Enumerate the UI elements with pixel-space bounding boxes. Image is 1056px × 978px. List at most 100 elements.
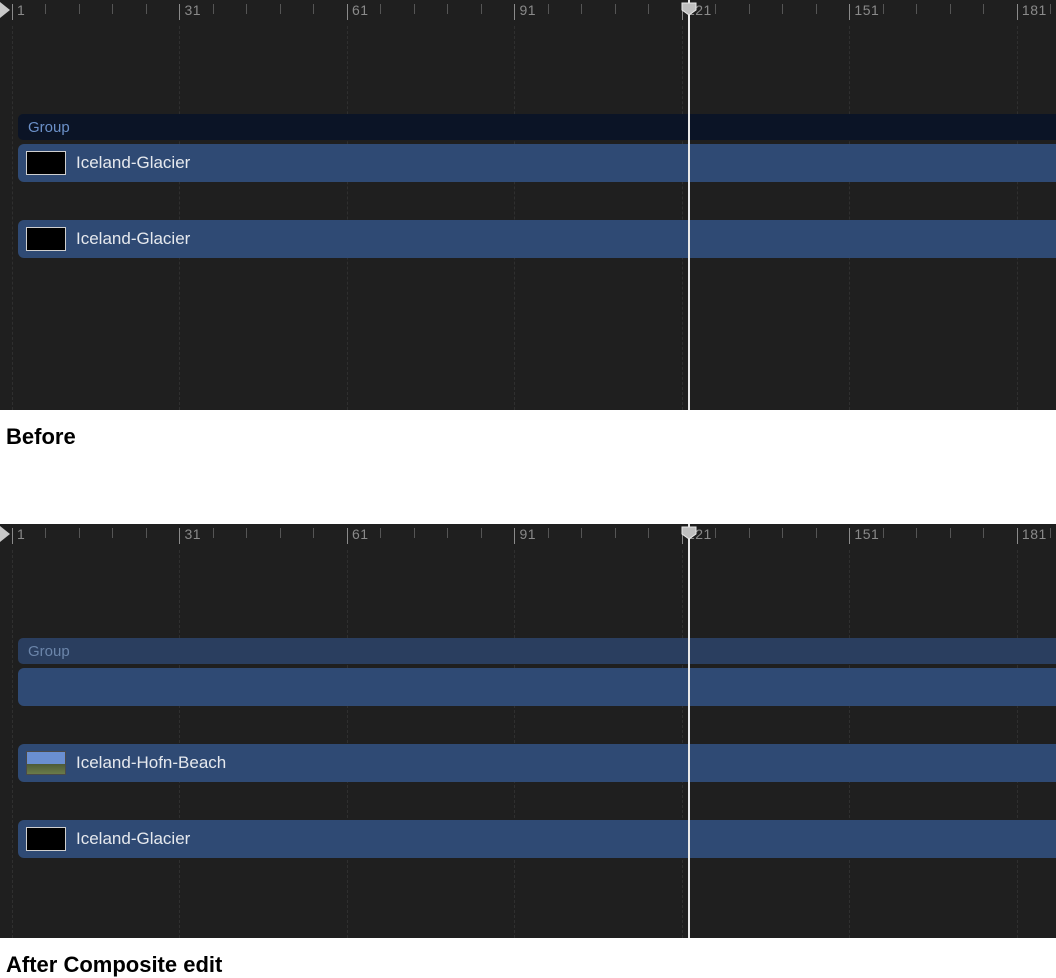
clip-label: Iceland-Glacier bbox=[76, 153, 190, 173]
timeline-gridline bbox=[347, 26, 348, 410]
ruler-tick-minor bbox=[380, 4, 381, 14]
ruler-tick-minor bbox=[1050, 528, 1051, 538]
ruler-tick-label: 151 bbox=[854, 2, 879, 18]
ruler-tick-minor bbox=[715, 528, 716, 538]
ruler-tick-minor bbox=[447, 4, 448, 14]
playhead-handle-icon[interactable] bbox=[681, 526, 697, 540]
start-marker-icon bbox=[0, 526, 10, 542]
ruler-tick-minor bbox=[883, 528, 884, 538]
ruler-tick-minor bbox=[615, 528, 616, 538]
ruler-tick-label: 181 bbox=[1022, 526, 1047, 542]
ruler-tick-minor bbox=[280, 528, 281, 538]
ruler-tick-minor bbox=[213, 4, 214, 14]
timeline-panel-before: 1316191121151181 Group Iceland-Glacier I… bbox=[0, 0, 1056, 410]
timeline-clip[interactable]: Iceland-Hofn-Beach bbox=[18, 744, 1056, 782]
ruler-tick-minor bbox=[481, 528, 482, 538]
playhead-handle-icon[interactable] bbox=[681, 2, 697, 16]
clip-label: Iceland-Glacier bbox=[76, 829, 190, 849]
ruler-tick-label: 31 bbox=[184, 2, 201, 18]
ruler-tick-minor bbox=[146, 4, 147, 14]
ruler-tick-minor bbox=[548, 528, 549, 538]
ruler-tick-label: 91 bbox=[519, 2, 536, 18]
ruler-tick-minor bbox=[615, 4, 616, 14]
group-label: Group bbox=[28, 643, 70, 660]
ruler-tick-minor bbox=[950, 528, 951, 538]
group-header[interactable]: Group bbox=[18, 638, 1056, 664]
ruler-tick-minor bbox=[414, 4, 415, 14]
ruler-tick-minor bbox=[1050, 4, 1051, 14]
timeline-clip[interactable]: Iceland-Glacier bbox=[18, 144, 1056, 182]
timeline-ruler[interactable]: 1316191121151181 bbox=[0, 524, 1056, 550]
ruler-tick-minor bbox=[112, 528, 113, 538]
ruler-tick-minor bbox=[883, 4, 884, 14]
ruler-tick-label: 61 bbox=[352, 526, 369, 542]
ruler-tick-minor bbox=[983, 4, 984, 14]
timeline-clip[interactable] bbox=[18, 668, 1056, 706]
ruler-tick-minor bbox=[816, 528, 817, 538]
ruler-tick-major: 1 bbox=[12, 528, 13, 544]
ruler-tick-minor bbox=[481, 4, 482, 14]
ruler-tick-minor bbox=[916, 4, 917, 14]
timeline-clip[interactable]: Iceland-Glacier bbox=[18, 220, 1056, 258]
clip-thumbnail bbox=[26, 151, 66, 175]
ruler-tick-minor bbox=[112, 4, 113, 14]
caption-before: Before bbox=[0, 410, 1056, 450]
ruler-tick-major: 1 bbox=[12, 4, 13, 20]
ruler-tick-major: 31 bbox=[179, 4, 180, 20]
ruler-tick-label: 91 bbox=[519, 526, 536, 542]
ruler-tick-minor bbox=[313, 4, 314, 14]
ruler-tick-minor bbox=[380, 528, 381, 538]
ruler-tick-label: 1 bbox=[17, 526, 25, 542]
timeline-gridline bbox=[1017, 26, 1018, 410]
ruler-tick-label: 31 bbox=[184, 526, 201, 542]
ruler-tick-minor bbox=[983, 528, 984, 538]
ruler-tick-minor bbox=[79, 528, 80, 538]
ruler-tick-minor bbox=[246, 4, 247, 14]
group-header[interactable]: Group bbox=[18, 114, 1056, 140]
timeline-gridline bbox=[514, 26, 515, 410]
clip-label: Iceland-Hofn-Beach bbox=[76, 753, 226, 773]
timeline-clip[interactable]: Iceland-Glacier bbox=[18, 820, 1056, 858]
clip-thumbnail bbox=[26, 751, 66, 775]
ruler-tick-minor bbox=[45, 528, 46, 538]
timeline-gridline bbox=[179, 26, 180, 410]
ruler-tick-minor bbox=[213, 528, 214, 538]
ruler-tick-minor bbox=[280, 4, 281, 14]
ruler-tick-minor bbox=[916, 528, 917, 538]
ruler-tick-minor bbox=[648, 4, 649, 14]
ruler-tick-major: 181 bbox=[1017, 528, 1018, 544]
ruler-tick-major: 61 bbox=[347, 528, 348, 544]
timeline-gridline bbox=[12, 550, 13, 938]
timeline-gridline bbox=[849, 26, 850, 410]
ruler-tick-major: 91 bbox=[514, 528, 515, 544]
ruler-tick-label: 61 bbox=[352, 2, 369, 18]
ruler-tick-minor bbox=[648, 528, 649, 538]
ruler-tick-minor bbox=[414, 528, 415, 538]
ruler-tick-label: 181 bbox=[1022, 2, 1047, 18]
ruler-tick-minor bbox=[79, 4, 80, 14]
ruler-tick-minor bbox=[548, 4, 549, 14]
caption-after: After Composite edit bbox=[0, 938, 1056, 978]
ruler-tick-minor bbox=[816, 4, 817, 14]
ruler-tick-minor bbox=[581, 528, 582, 538]
ruler-tick-minor bbox=[749, 4, 750, 14]
timeline-gridline bbox=[12, 26, 13, 410]
ruler-tick-minor bbox=[782, 4, 783, 14]
clip-thumbnail bbox=[26, 227, 66, 251]
playhead[interactable] bbox=[688, 524, 690, 938]
ruler-tick-minor bbox=[950, 4, 951, 14]
playhead[interactable] bbox=[688, 0, 690, 410]
ruler-tick-major: 31 bbox=[179, 528, 180, 544]
group-label: Group bbox=[28, 119, 70, 136]
ruler-tick-minor bbox=[45, 4, 46, 14]
ruler-tick-major: 151 bbox=[849, 4, 850, 20]
ruler-tick-minor bbox=[246, 528, 247, 538]
ruler-tick-minor bbox=[313, 528, 314, 538]
timeline-ruler[interactable]: 1316191121151181 bbox=[0, 0, 1056, 26]
ruler-tick-minor bbox=[782, 528, 783, 538]
ruler-tick-major: 61 bbox=[347, 4, 348, 20]
timeline-panel-after: 1316191121151181 Group Iceland-Hofn-Beac… bbox=[0, 524, 1056, 938]
clip-thumbnail bbox=[26, 827, 66, 851]
start-marker-icon bbox=[0, 2, 10, 18]
ruler-tick-major: 91 bbox=[514, 4, 515, 20]
